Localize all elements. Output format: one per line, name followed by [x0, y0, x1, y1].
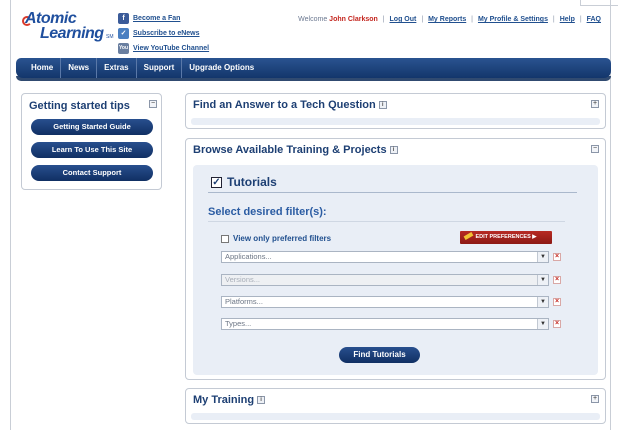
separator: |	[552, 16, 555, 23]
contact-support-button[interactable]: Contact Support	[31, 165, 153, 181]
expand-icon[interactable]: +	[591, 395, 599, 403]
clear-applications-icon[interactable]: ×	[553, 253, 561, 261]
versions-select: Versions... ▼	[221, 274, 549, 286]
getting-started-tips-box: Getting started tips − Getting Started G…	[21, 93, 162, 190]
nav-upgrade-options[interactable]: Upgrade Options	[182, 58, 261, 78]
my-reports-link[interactable]: My Reports	[428, 16, 466, 23]
panel-body-strip	[191, 413, 600, 420]
logo-service-mark: SM	[106, 34, 114, 40]
platforms-select[interactable]: Platforms... ▼	[221, 296, 549, 308]
select-value: Versions...	[225, 275, 261, 284]
applications-select[interactable]: Applications... ▼	[221, 251, 549, 263]
tutorials-checkbox[interactable]: ✓	[211, 176, 222, 188]
subscribe-enews-link[interactable]: Subscribe to eNews	[133, 30, 200, 37]
preferred-filters-option[interactable]: View only preferred filters	[221, 234, 331, 243]
chevron-down-icon[interactable]: ▼	[537, 297, 548, 307]
chevron-down-icon[interactable]: ▼	[537, 252, 548, 262]
select-value: Types...	[225, 319, 252, 328]
user-nav: Welcome John Clarkson | Log Out | My Rep…	[298, 16, 601, 23]
nav-support[interactable]: Support	[137, 58, 183, 78]
select-value: Platforms...	[225, 297, 263, 306]
tech-question-panel: Find an Answer to a Tech Question i +	[185, 93, 606, 129]
welcome-text: Welcome	[298, 16, 328, 23]
separator: |	[382, 16, 385, 23]
pencil-icon	[463, 232, 474, 240]
panel-title: Find an Answer to a Tech Question i	[193, 99, 387, 111]
divider	[208, 192, 577, 193]
atomic-learning-logo[interactable]: Atomic Learning SM	[22, 10, 114, 44]
clear-types-icon[interactable]: ×	[553, 320, 561, 328]
tutorials-label: Tutorials	[227, 175, 277, 189]
clear-platforms-icon[interactable]: ×	[553, 298, 561, 306]
filters-heading: Select desired filter(s):	[208, 206, 327, 218]
separator: |	[579, 16, 582, 23]
clear-versions-icon[interactable]: ×	[553, 276, 561, 284]
info-icon[interactable]: i	[378, 101, 387, 109]
profile-settings-link[interactable]: My Profile & Settings	[478, 16, 548, 23]
getting-started-guide-button[interactable]: Getting Started Guide	[31, 119, 153, 135]
nav-extras[interactable]: Extras	[97, 58, 137, 78]
chevron-down-icon: ▼	[537, 275, 548, 285]
social-links: f Become a Fan ✓ Subscribe to eNews You …	[118, 11, 209, 56]
learn-site-button[interactable]: Learn To Use This Site	[31, 142, 153, 158]
page: Atomic Learning SM f Become a Fan ✓ Subs…	[0, 0, 618, 430]
panel-body-strip	[191, 118, 600, 125]
panel-title: My Training i	[193, 394, 266, 406]
info-icon[interactable]: i	[257, 396, 266, 404]
nav-home[interactable]: Home	[24, 58, 62, 78]
top-corner-frame	[580, 0, 618, 6]
social-row-enews[interactable]: ✓ Subscribe to eNews	[118, 26, 209, 40]
youtube-channel-link[interactable]: View YouTube Channel	[133, 45, 209, 52]
logo-text-learning: Learning	[40, 25, 104, 42]
social-row-facebook[interactable]: f Become a Fan	[118, 11, 209, 25]
browse-training-title: Browse Available Training & Projects	[193, 144, 387, 156]
tips-title: Getting started tips	[29, 100, 130, 112]
divider	[208, 221, 565, 222]
panel-title: Browse Available Training & Projects i	[193, 144, 398, 156]
help-link[interactable]: Help	[560, 16, 575, 23]
chevron-down-icon[interactable]: ▼	[537, 319, 548, 329]
separator: |	[471, 16, 473, 23]
become-fan-link[interactable]: Become a Fan	[133, 15, 180, 22]
find-tutorials-button[interactable]: Find Tutorials	[339, 347, 420, 363]
my-training-title: My Training	[193, 394, 255, 406]
tutorials-heading: ✓ Tutorials	[211, 175, 277, 189]
main-navbar: Home News Extras Support Upgrade Options	[16, 58, 611, 78]
edit-preferences-button[interactable]: EDIT PREFERENCES ▶	[460, 231, 552, 244]
faq-link[interactable]: FAQ	[587, 16, 601, 23]
preferred-filters-label: View only preferred filters	[233, 234, 332, 243]
expand-icon[interactable]: +	[591, 100, 599, 108]
edit-preferences-label: EDIT PREFERENCES ▶	[475, 234, 537, 240]
my-training-panel: My Training i +	[185, 388, 606, 424]
enews-icon: ✓	[118, 27, 129, 39]
info-icon[interactable]: i	[389, 146, 398, 154]
preferred-filters-checkbox[interactable]	[221, 234, 229, 243]
collapse-icon[interactable]: −	[149, 100, 157, 108]
left-border	[10, 0, 11, 430]
select-value: Applications...	[225, 252, 272, 261]
tech-question-title: Find an Answer to a Tech Question	[193, 99, 376, 111]
social-row-youtube[interactable]: You View YouTube Channel	[118, 41, 209, 55]
separator: |	[421, 16, 424, 23]
logout-link[interactable]: Log Out	[390, 16, 417, 23]
nav-news[interactable]: News	[61, 58, 98, 78]
collapse-icon[interactable]: −	[591, 145, 599, 153]
user-name: John Clarkson	[329, 16, 378, 23]
youtube-icon: You	[118, 42, 129, 54]
facebook-icon: f	[118, 12, 129, 24]
tutorials-filter-area	[193, 165, 598, 375]
types-select[interactable]: Types... ▼	[221, 318, 549, 330]
